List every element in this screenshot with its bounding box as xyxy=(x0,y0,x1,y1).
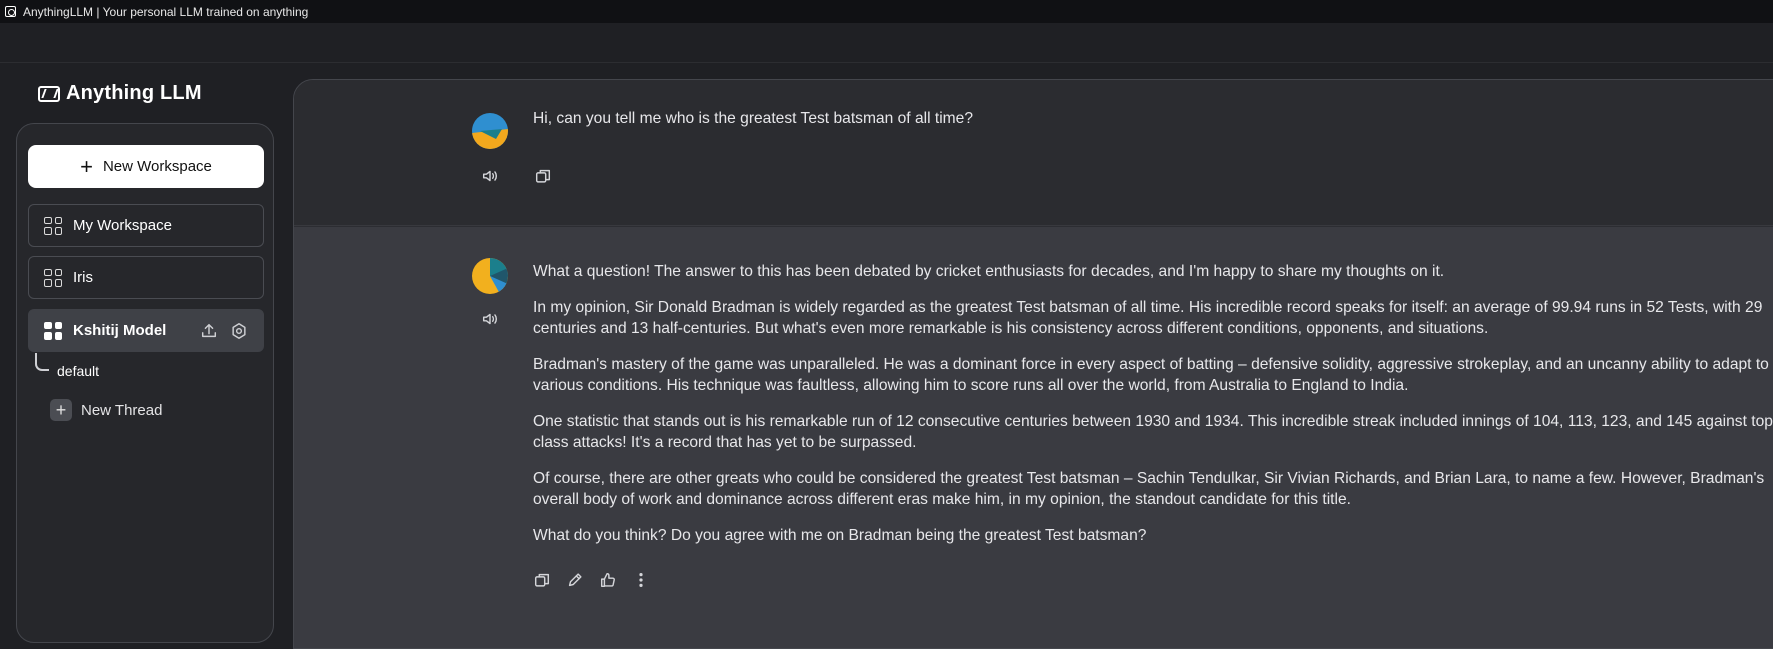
plus-icon: + xyxy=(50,399,72,421)
assistant-avatar xyxy=(472,258,508,294)
copy-icon[interactable] xyxy=(532,165,554,187)
workspace-grid-icon xyxy=(44,268,62,287)
thread-default[interactable]: default xyxy=(57,363,99,379)
new-thread-label: New Thread xyxy=(81,401,163,419)
assistant-message-text: What a question! The answer to this has … xyxy=(533,261,1773,561)
copy-icon[interactable] xyxy=(531,569,553,591)
thumbs-up-icon[interactable] xyxy=(597,569,619,591)
workspace-grid-icon xyxy=(44,321,62,340)
gear-icon[interactable] xyxy=(229,321,249,341)
new-workspace-button[interactable]: + New Workspace xyxy=(28,145,264,188)
assistant-message-row: What a question! The answer to this has … xyxy=(294,227,1773,648)
window-title: AnythingLLM | Your personal LLM trained … xyxy=(23,4,309,19)
more-options-icon[interactable] xyxy=(630,569,652,591)
sidebar-item-label: My Workspace xyxy=(73,217,172,234)
assistant-paragraph: Of course, there are other greats who co… xyxy=(533,470,1765,508)
sidebar xyxy=(16,123,274,643)
plus-icon: + xyxy=(80,153,93,179)
sidebar-item-label: Kshitij Model xyxy=(73,322,167,339)
new-thread-button[interactable]: + New Thread xyxy=(50,399,162,421)
user-message-row: Hi, can you tell me who is the greatest … xyxy=(294,80,1773,226)
speaker-icon[interactable] xyxy=(479,165,501,187)
sidebar-item-iris[interactable]: Iris xyxy=(28,256,264,299)
app-icon xyxy=(5,6,16,17)
sidebar-item-kshitij-model[interactable]: Kshitij Model xyxy=(28,309,264,352)
assistant-paragraph: One statistic that stands out is his rem… xyxy=(533,413,1773,451)
logo-text: Anything LLM xyxy=(66,82,202,104)
thread-branch-line xyxy=(35,353,49,371)
assistant-paragraph: In my opinion, Sir Donald Bradman is wid… xyxy=(533,299,1763,337)
user-message-text: Hi, can you tell me who is the greatest … xyxy=(533,110,974,127)
chat-panel: Hi, can you tell me who is the greatest … xyxy=(293,79,1773,649)
workspace-grid-icon xyxy=(44,216,62,235)
assistant-paragraph: What do you think? Do you agree with me … xyxy=(533,527,1147,544)
sidebar-item-my-workspace[interactable]: My Workspace xyxy=(28,204,264,247)
edit-pencil-icon[interactable] xyxy=(564,569,586,591)
speaker-icon[interactable] xyxy=(479,308,501,330)
window-titlebar: AnythingLLM | Your personal LLM trained … xyxy=(0,0,1773,23)
upload-icon[interactable] xyxy=(199,321,219,341)
app-logo: Anything LLM xyxy=(38,82,202,105)
top-strip xyxy=(0,23,1773,63)
user-avatar xyxy=(472,113,508,149)
new-workspace-label: New Workspace xyxy=(102,158,212,175)
sidebar-item-label: Iris xyxy=(73,269,93,286)
logo-icon xyxy=(38,85,60,102)
assistant-paragraph: Bradman's mastery of the game was unpara… xyxy=(533,356,1769,394)
assistant-paragraph: What a question! The answer to this has … xyxy=(533,263,1445,280)
